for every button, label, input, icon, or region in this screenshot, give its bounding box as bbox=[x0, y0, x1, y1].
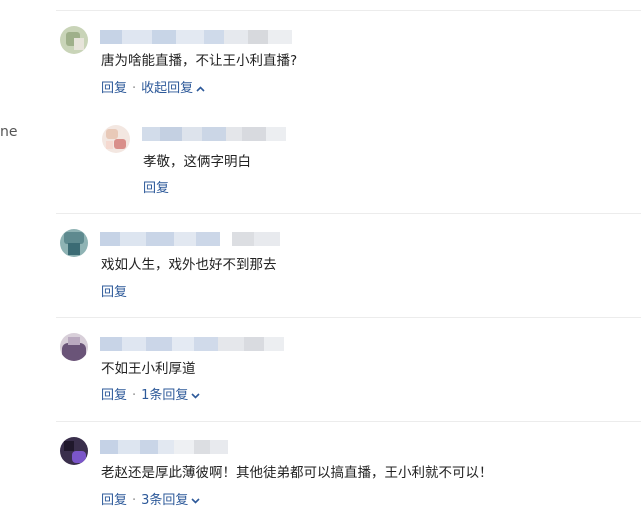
separator-dot: · bbox=[132, 81, 137, 96]
reply-actions: 回复 bbox=[143, 181, 169, 197]
avatar[interactable] bbox=[60, 229, 88, 257]
separator-dot: · bbox=[132, 493, 137, 508]
collapse-replies-label: 收起回复 bbox=[141, 81, 194, 96]
reply-button[interactable]: 回复 bbox=[101, 285, 127, 301]
reply-button[interactable]: 回复 bbox=[101, 493, 127, 509]
expand-replies-button[interactable]: 1条回复 bbox=[141, 388, 201, 404]
username-redacted[interactable] bbox=[100, 337, 284, 351]
divider bbox=[56, 317, 641, 318]
comment-actions: 回复 bbox=[101, 285, 127, 301]
reply-button[interactable]: 回复 bbox=[101, 81, 127, 97]
separator-dot: · bbox=[132, 388, 137, 403]
reply-button[interactable]: 回复 bbox=[101, 388, 127, 404]
username-redacted[interactable] bbox=[100, 30, 292, 44]
collapse-replies-button[interactable]: 收起回复 bbox=[141, 81, 205, 97]
avatar[interactable] bbox=[60, 437, 88, 465]
chevron-down-icon bbox=[191, 497, 201, 507]
comment-actions: 回复 · 收起回复 bbox=[101, 81, 205, 97]
comment-actions: 回复 · 3条回复 bbox=[101, 493, 201, 509]
divider bbox=[56, 421, 641, 422]
comment-text: 唐为啥能直播，不让王小利直播? bbox=[101, 53, 298, 69]
chevron-up-icon bbox=[196, 85, 205, 95]
reply-button[interactable]: 回复 bbox=[143, 181, 169, 197]
comment-item: 唐为啥能直播，不让王小利直播? 回复 · 收起回复 孝敬，这俩字明白 回复 bbox=[0, 0, 641, 210]
expand-replies-label: 1条回复 bbox=[141, 388, 189, 403]
username-redacted[interactable] bbox=[100, 440, 228, 454]
divider bbox=[56, 213, 641, 214]
expand-replies-label: 3条回复 bbox=[141, 493, 189, 508]
comment-text: 戏如人生，戏外也好不到那去 bbox=[101, 257, 277, 273]
comment-text: 老赵还是厚此薄彼啊！其他徒弟都可以搞直播，王小利就不可以！ bbox=[101, 465, 493, 481]
avatar[interactable] bbox=[60, 26, 88, 54]
reply-text: 孝敬，这俩字明白 bbox=[143, 154, 251, 170]
username-redacted[interactable] bbox=[100, 232, 280, 246]
comment-text: 不如王小利厚道 bbox=[101, 361, 196, 377]
comment-actions: 回复 · 1条回复 bbox=[101, 388, 201, 404]
avatar[interactable] bbox=[60, 333, 88, 361]
chevron-down-icon bbox=[191, 392, 201, 402]
username-redacted[interactable] bbox=[142, 127, 286, 141]
avatar[interactable] bbox=[102, 125, 130, 153]
expand-replies-button[interactable]: 3条回复 bbox=[141, 493, 201, 509]
